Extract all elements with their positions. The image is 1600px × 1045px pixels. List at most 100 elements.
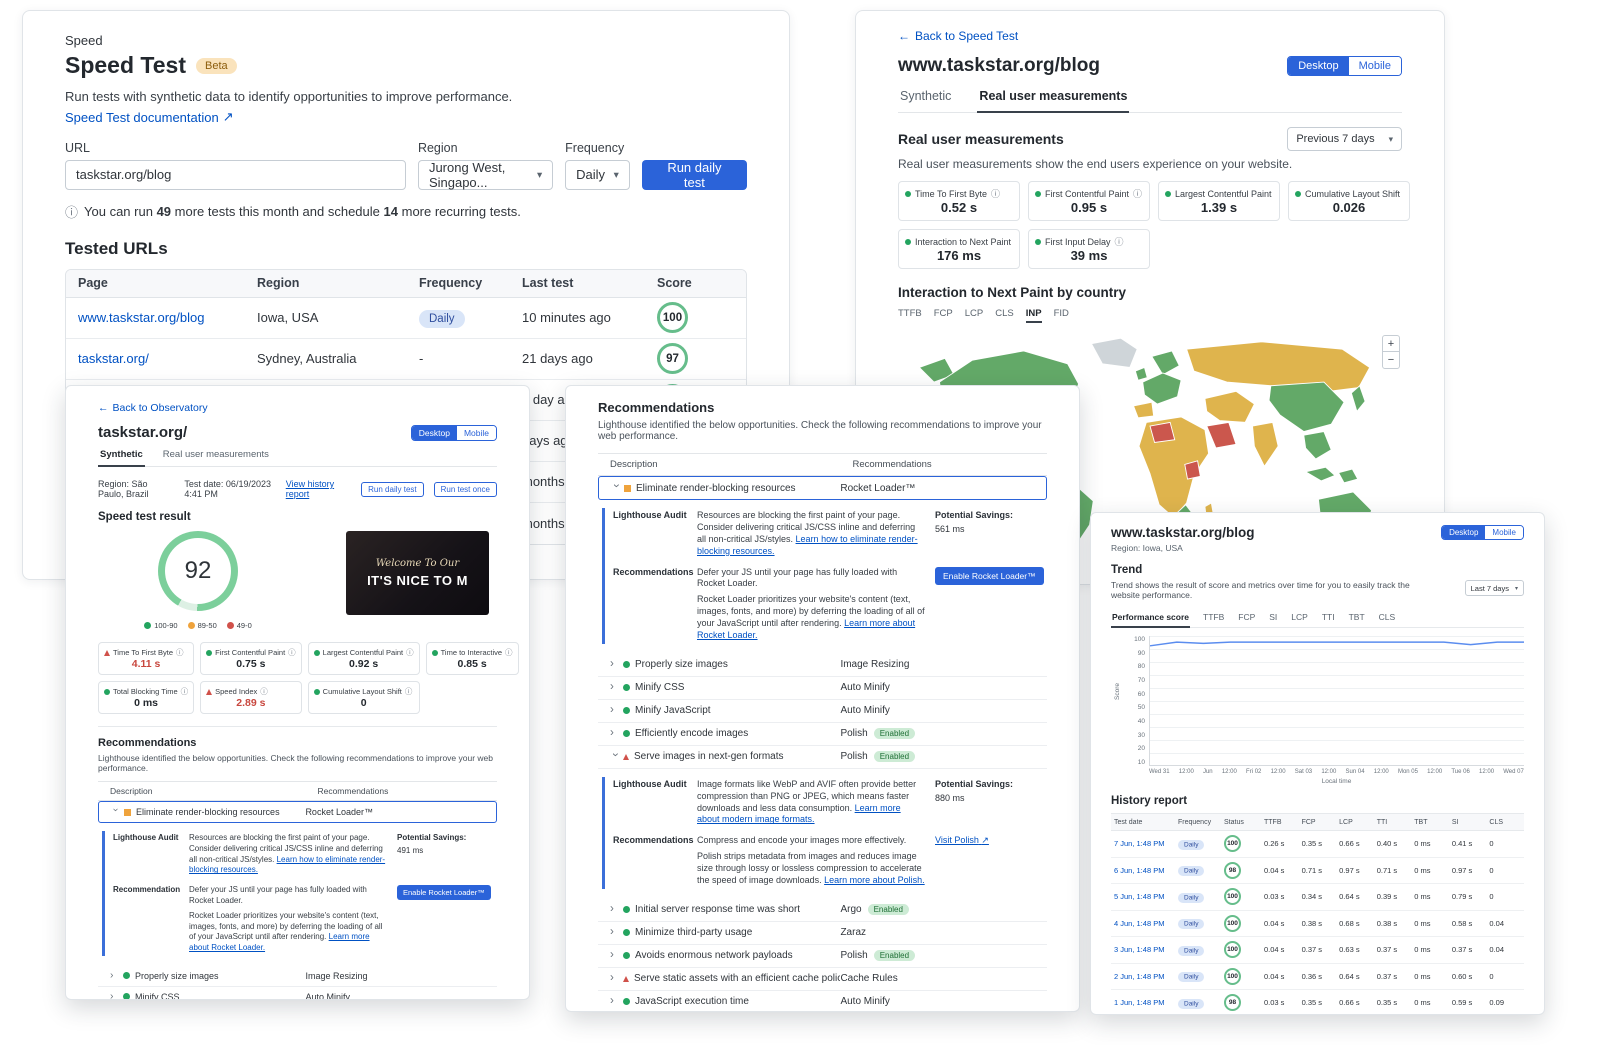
recommendation-row-expanded[interactable]: ›Eliminate render-blocking resources Roc… bbox=[98, 801, 497, 823]
tab-fcp[interactable]: FCP bbox=[1237, 612, 1256, 627]
x-axis-ticks: Wed 3112:00Jun12:00Fri 0212:00Sat 0312:0… bbox=[1149, 769, 1524, 775]
score-legend: 100-90 89-50 49-0 bbox=[144, 621, 252, 630]
back-link[interactable]: ←Back to Observatory bbox=[98, 402, 208, 414]
map-tab-inp[interactable]: INP bbox=[1026, 308, 1042, 323]
metric-card: Total Blocking Timeⓘ 0 ms bbox=[98, 681, 194, 714]
metric-card: Time to Interactiveⓘ 0.85 s bbox=[426, 642, 519, 675]
metric-card: Speed Indexⓘ 2.89 s bbox=[200, 681, 302, 714]
tab-tbt[interactable]: TBT bbox=[1348, 612, 1366, 627]
test-date-link[interactable]: 2 Jun, 1:48 PM bbox=[1114, 972, 1164, 981]
status-dot-icon bbox=[104, 689, 110, 695]
recommendation-row-expanded[interactable]: ›Serve images in next-gen formats Polish… bbox=[598, 746, 1047, 769]
enabled-badge: Enabled bbox=[874, 950, 915, 961]
recommendation-row[interactable]: ›Properly size images Image Resizing bbox=[98, 966, 497, 987]
tab-performance-score[interactable]: Performance score bbox=[1111, 612, 1190, 628]
score-ring: 97 bbox=[657, 343, 688, 374]
recommendation-row[interactable]: ›Minimize third-party usage Zaraz bbox=[598, 922, 1047, 945]
device-toggle: Desktop Mobile bbox=[1441, 525, 1524, 540]
mobile-toggle[interactable]: Mobile bbox=[1349, 57, 1401, 75]
zoom-out-button[interactable]: − bbox=[1383, 352, 1399, 368]
chevron-right-icon: › bbox=[610, 950, 618, 962]
tab-synthetic[interactable]: Synthetic bbox=[898, 89, 953, 112]
tab-synthetic[interactable]: Synthetic bbox=[98, 449, 145, 467]
view-history-link[interactable]: View history report bbox=[286, 479, 341, 499]
table-row: taskstar.org/ Sydney, Australia - 21 day… bbox=[66, 339, 746, 380]
zoom-in-button[interactable]: + bbox=[1383, 336, 1399, 352]
recommendation-row-expanded[interactable]: ›Eliminate render-blocking resources Roc… bbox=[598, 476, 1047, 500]
metric-card: Time To First Byteⓘ 4.11 s bbox=[98, 642, 194, 675]
enable-rocket-loader-button[interactable]: Enable Rocket Loader™ bbox=[397, 885, 491, 900]
test-date-link[interactable]: 3 Jun, 1:48 PM bbox=[1114, 945, 1164, 954]
tested-url-link[interactable]: www.taskstar.org/blog bbox=[78, 310, 204, 325]
chevron-down-icon: ▾ bbox=[1389, 134, 1393, 145]
desktop-toggle[interactable]: Desktop bbox=[1288, 57, 1348, 75]
tested-url-link[interactable]: taskstar.org/ bbox=[78, 351, 149, 366]
map-tab-fcp[interactable]: FCP bbox=[934, 308, 953, 323]
recommendation-detail: Lighthouse Audit Resources are blocking … bbox=[602, 508, 1047, 644]
tab-cls[interactable]: CLS bbox=[1378, 612, 1397, 627]
url-input[interactable] bbox=[65, 160, 406, 190]
run-daily-test-button[interactable]: Run daily test bbox=[361, 482, 423, 497]
recommendation-row[interactable]: ›Properly size images Image Resizing bbox=[598, 654, 1047, 677]
test-date-link[interactable]: 4 Jun, 1:48 PM bbox=[1114, 919, 1164, 928]
test-date-link[interactable]: 1 Jun, 1:48 PM bbox=[1114, 998, 1164, 1007]
desktop-toggle[interactable]: Desktop bbox=[1442, 526, 1485, 539]
table-header: Page Region Frequency Last test Score bbox=[66, 270, 746, 298]
tab-tti[interactable]: TTI bbox=[1321, 612, 1336, 627]
back-link[interactable]: ←Back to Speed Test bbox=[898, 29, 1018, 43]
mobile-toggle[interactable]: Mobile bbox=[457, 426, 496, 440]
run-test-once-button[interactable]: Run test once bbox=[434, 482, 497, 497]
enable-rocket-loader-button[interactable]: Enable Rocket Loader™ bbox=[935, 567, 1044, 585]
test-date-link[interactable]: 5 Jun, 1:48 PM bbox=[1114, 892, 1164, 901]
map-tab-cls[interactable]: CLS bbox=[995, 308, 1013, 323]
map-tab-lcp[interactable]: LCP bbox=[965, 308, 983, 323]
table-row: 2 Jun, 1:48 PM Daily 100 0.04 s0.36 s0.6… bbox=[1111, 964, 1524, 991]
metric-card: First Contentful Paintⓘ 0.75 s bbox=[200, 642, 302, 675]
visit-polish-link[interactable]: Visit Polish ↗ bbox=[935, 835, 989, 845]
beta-badge: Beta bbox=[196, 58, 237, 74]
recommendation-detail: Lighthouse Audit Resources are blocking … bbox=[102, 831, 497, 956]
rec-learn-link[interactable]: Learn more about Polish. bbox=[824, 875, 925, 885]
tab-real-user-measurements[interactable]: Real user measurements bbox=[161, 449, 271, 466]
map-tab-ttfb[interactable]: TTFB bbox=[898, 308, 922, 323]
tab-lcp[interactable]: LCP bbox=[1290, 612, 1309, 627]
quota-note: ⓘ You can run 49 more tests this month a… bbox=[65, 202, 747, 221]
frequency-select[interactable]: Daily▾ bbox=[565, 160, 630, 190]
recommendation-row[interactable]: ›Minify JavaScript Auto Minify bbox=[598, 700, 1047, 723]
status-dot-icon bbox=[1295, 191, 1301, 197]
map-section-title: Interaction to Next Paint by country bbox=[898, 285, 1402, 300]
desktop-toggle[interactable]: Desktop bbox=[412, 426, 457, 440]
page-title: Speed Test bbox=[65, 52, 186, 79]
map-tab-fid[interactable]: FID bbox=[1054, 308, 1069, 323]
recommendation-row[interactable]: ›Initial server response time was short … bbox=[598, 899, 1047, 922]
region-select[interactable]: Jurong West, Singapo...▾ bbox=[418, 160, 553, 190]
mobile-toggle[interactable]: Mobile bbox=[1485, 526, 1523, 539]
status-dot-icon bbox=[623, 906, 630, 913]
date-range-select[interactable]: Previous 7 days▾ bbox=[1287, 127, 1402, 151]
metric-card: Cumulative Layout Shiftⓘ 0.026 bbox=[1288, 181, 1410, 221]
status-dot-icon bbox=[123, 972, 130, 979]
doc-link[interactable]: Speed Test documentation↗ bbox=[65, 109, 234, 125]
date-range-select[interactable]: Last 7 days▾ bbox=[1465, 580, 1524, 596]
frequency-badge: Daily bbox=[1178, 946, 1204, 956]
tab-ttfb[interactable]: TTFB bbox=[1202, 612, 1225, 627]
frequency-badge: Daily bbox=[1178, 893, 1204, 903]
run-daily-test-button[interactable]: Run daily test bbox=[642, 160, 747, 190]
recommendation-row[interactable]: ›JavaScript execution time Auto Minify bbox=[598, 991, 1047, 1012]
audit-label: Lighthouse Audit bbox=[613, 510, 687, 522]
recommendation-row[interactable]: ›Efficiently encode images PolishEnabled bbox=[598, 723, 1047, 746]
chevron-down-icon: › bbox=[608, 753, 620, 761]
test-date-link[interactable]: 6 Jun, 1:48 PM bbox=[1114, 866, 1164, 875]
recommendation-row[interactable]: ›Minify CSS Auto Minify bbox=[98, 987, 497, 1000]
status-dot-icon bbox=[1035, 191, 1041, 197]
tab-real-user-measurements[interactable]: Real user measurements bbox=[977, 89, 1129, 113]
metric-card: First Input Delayⓘ 39 ms bbox=[1028, 229, 1150, 269]
history-report-title: History report bbox=[1111, 795, 1524, 807]
recommendation-label: Recommendations bbox=[613, 567, 687, 579]
recommendation-row[interactable]: ›Avoids enormous network payloads Polish… bbox=[598, 945, 1047, 968]
score-ring: 98 bbox=[1224, 994, 1241, 1011]
recommendation-row[interactable]: ›Serve static assets with an efficient c… bbox=[598, 968, 1047, 991]
test-date-link[interactable]: 7 Jun, 1:48 PM bbox=[1114, 839, 1164, 848]
tab-si[interactable]: SI bbox=[1268, 612, 1278, 627]
recommendation-row[interactable]: ›Minify CSS Auto Minify bbox=[598, 677, 1047, 700]
